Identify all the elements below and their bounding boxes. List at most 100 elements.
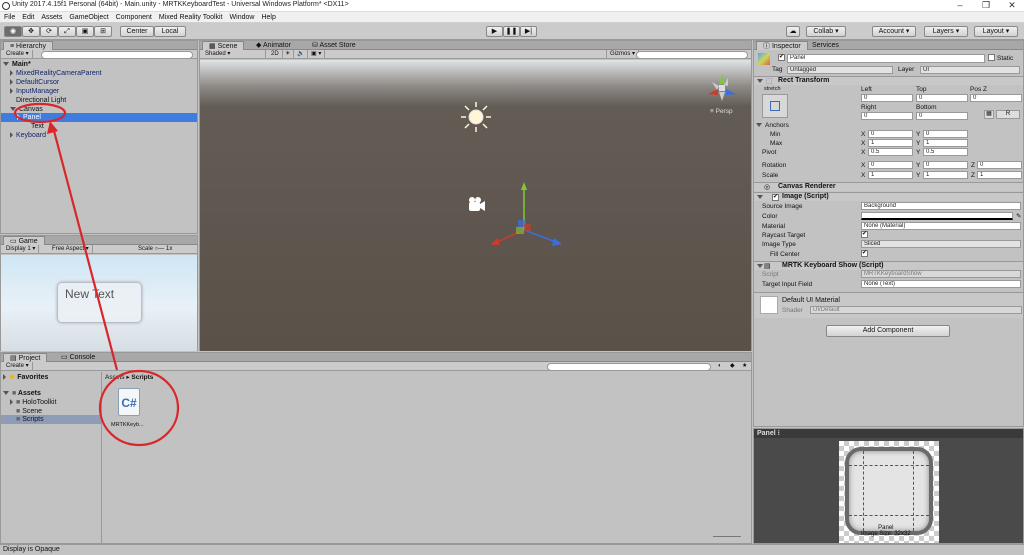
rect-transform-header[interactable]: ⬚ Rect Transform bbox=[754, 76, 1023, 85]
breadcrumb-root[interactable]: Assets bbox=[105, 374, 125, 381]
folder-scripts[interactable]: ■ Scripts bbox=[1, 415, 101, 424]
layer-select[interactable]: UI bbox=[920, 66, 1020, 74]
menu-window[interactable]: Window bbox=[230, 14, 255, 21]
collab-button[interactable]: Collab ▾ bbox=[806, 26, 846, 37]
gizmos-button[interactable]: Gizmos ▾ bbox=[606, 50, 640, 59]
orientation-gizmo-icon[interactable] bbox=[708, 74, 736, 101]
scene-root-row[interactable]: Main* bbox=[1, 60, 197, 69]
scale-y-field[interactable]: 1 bbox=[923, 171, 968, 179]
audio-icon[interactable]: 🔈 bbox=[294, 50, 309, 59]
close-icon[interactable]: ✕ bbox=[1002, 1, 1022, 10]
raw-edit-button[interactable]: R bbox=[996, 110, 1020, 119]
tab-scene[interactable]: ▦ Scene bbox=[202, 41, 245, 50]
preview-header[interactable]: Panel ⁝ bbox=[754, 429, 1023, 438]
fill-center-checkbox[interactable]: ✔ bbox=[861, 250, 868, 257]
layers-button[interactable]: Layers ▾ bbox=[924, 26, 968, 37]
tag-select[interactable]: Untagged bbox=[787, 66, 893, 74]
filter-label-icon[interactable]: ◆ bbox=[727, 362, 738, 371]
hierarchy-item-defaultcursor[interactable]: DefaultCursor bbox=[1, 78, 197, 87]
icon-size-slider[interactable] bbox=[713, 536, 741, 537]
effects-icon[interactable]: ▣ ▾ bbox=[308, 50, 326, 59]
source-image-field[interactable]: Background bbox=[861, 202, 1021, 210]
hierarchy-item-text[interactable]: Text bbox=[1, 122, 197, 131]
menu-help[interactable]: Help bbox=[261, 14, 275, 21]
scene-search-input[interactable] bbox=[636, 51, 748, 59]
rotate-tool-icon[interactable]: ⟳ bbox=[40, 26, 58, 37]
eyedropper-icon[interactable]: ✎ bbox=[1016, 212, 1021, 220]
scale-x-field[interactable]: 1 bbox=[868, 171, 913, 179]
transform-tool-icon[interactable]: ⊞ bbox=[94, 26, 112, 37]
image-enabled-checkbox[interactable]: ✔ bbox=[772, 194, 779, 201]
target-input-field[interactable]: None (Text) bbox=[861, 280, 1021, 288]
object-name-input[interactable]: Panel bbox=[787, 54, 985, 63]
add-component-button[interactable]: Add Component bbox=[826, 325, 950, 337]
assets-row[interactable]: ■ Assets bbox=[1, 389, 101, 398]
tab-asset-store[interactable]: ⛁ Asset Store bbox=[306, 41, 362, 50]
menu-file[interactable]: File bbox=[4, 14, 15, 21]
shader-select[interactable]: UI/Default bbox=[810, 306, 1022, 314]
rot-z-field[interactable]: 0 bbox=[977, 161, 1022, 169]
min-x-field[interactable]: 0 bbox=[868, 130, 913, 138]
project-search-input[interactable] bbox=[547, 363, 711, 371]
tab-services[interactable]: Services bbox=[806, 41, 845, 50]
scale-tool-icon[interactable]: ⤢ bbox=[58, 26, 76, 37]
tab-hierarchy[interactable]: ≡ Hierarchy bbox=[3, 41, 53, 50]
hierarchy-item-inputmanager[interactable]: InputManager bbox=[1, 87, 197, 96]
anchor-presets-button[interactable] bbox=[762, 94, 788, 118]
pause-icon[interactable]: ❚❚ bbox=[503, 26, 520, 37]
menu-mixed-reality-toolkit[interactable]: Mixed Reality Toolkit bbox=[159, 14, 223, 21]
pivot-center-button[interactable]: Center bbox=[120, 26, 154, 37]
tab-game[interactable]: ▭ Game bbox=[3, 236, 45, 245]
mrtk-script-header[interactable]: ▤ MRTK Keyboard Show (Script) bbox=[754, 261, 1023, 270]
menu-edit[interactable]: Edit bbox=[22, 14, 34, 21]
favorite-star-icon[interactable]: ★ bbox=[739, 362, 750, 371]
tab-console[interactable]: ▭ Console bbox=[55, 353, 101, 362]
pivot-x-field[interactable]: 0.5 bbox=[868, 148, 913, 156]
menu-component[interactable]: Component bbox=[116, 14, 152, 21]
layout-button[interactable]: Layout ▾ bbox=[974, 26, 1018, 37]
color-swatch[interactable] bbox=[861, 212, 1013, 220]
minimize-icon[interactable]: – bbox=[950, 1, 970, 10]
pivot-local-button[interactable]: Local bbox=[154, 26, 186, 37]
rot-y-field[interactable]: 0 bbox=[923, 161, 968, 169]
image-type-select[interactable]: Sliced bbox=[861, 240, 1021, 248]
hierarchy-item-directional-light[interactable]: Directional Light bbox=[1, 96, 197, 105]
max-x-field[interactable]: 1 bbox=[868, 139, 913, 147]
posz-field[interactable]: 0 bbox=[970, 94, 1022, 102]
project-create-button[interactable]: Create ▾ bbox=[3, 362, 33, 371]
game-viewport[interactable]: New Text bbox=[1, 255, 197, 351]
tab-project[interactable]: ▤ Project bbox=[3, 353, 48, 362]
scale-z-field[interactable]: 1 bbox=[977, 171, 1022, 179]
favorites-row[interactable]: ★ Favorites bbox=[1, 373, 101, 382]
filter-type-icon[interactable]: ◐ bbox=[715, 362, 725, 371]
anchors-row[interactable]: Anchors bbox=[756, 122, 789, 129]
maximize-icon[interactable]: ❐ bbox=[976, 1, 996, 10]
hand-tool-icon[interactable]: ◉ bbox=[4, 26, 22, 37]
shading-mode-select[interactable]: Shaded ▾ bbox=[202, 50, 266, 59]
tab-animator[interactable]: ◆ Animator bbox=[250, 41, 297, 50]
move-tool-icon[interactable]: ✥ bbox=[22, 26, 40, 37]
right-field[interactable]: 0 bbox=[861, 112, 913, 120]
hierarchy-item-keyboard[interactable]: Keyboard bbox=[1, 131, 197, 140]
rect-tool-icon[interactable]: ▣ bbox=[76, 26, 94, 37]
perspective-label[interactable]: ≡ Persp bbox=[710, 108, 733, 115]
canvas-renderer-header[interactable]: ◎ Canvas Renderer bbox=[754, 182, 1023, 191]
account-button[interactable]: Account ▾ bbox=[872, 26, 916, 37]
breadcrumb-current[interactable]: Scripts bbox=[131, 374, 153, 381]
image-script-header[interactable]: ✔ Image (Script) bbox=[754, 192, 1023, 201]
bottom-field[interactable]: 0 bbox=[916, 112, 968, 120]
scale-slider[interactable]: Scale ○— 1x bbox=[135, 245, 175, 254]
step-icon[interactable]: ▶| bbox=[520, 26, 537, 37]
min-y-field[interactable]: 0 bbox=[923, 130, 968, 138]
scene-viewport[interactable]: ≡ Persp bbox=[200, 60, 751, 351]
material-field[interactable]: None (Material) bbox=[861, 222, 1021, 230]
folder-holotoolkit[interactable]: ■ HoloToolkit bbox=[1, 398, 101, 407]
raycast-target-checkbox[interactable]: ✔ bbox=[861, 231, 868, 238]
hierarchy-item-panel[interactable]: Panel bbox=[1, 113, 197, 122]
cloud-icon[interactable]: ☁ bbox=[786, 26, 800, 37]
hierarchy-search-input[interactable] bbox=[41, 51, 193, 59]
tab-inspector[interactable]: ⓘ Inspector bbox=[756, 41, 808, 50]
menu-assets[interactable]: Assets bbox=[41, 14, 62, 21]
rot-x-field[interactable]: 0 bbox=[868, 161, 913, 169]
menu-gameobject[interactable]: GameObject bbox=[69, 14, 108, 21]
